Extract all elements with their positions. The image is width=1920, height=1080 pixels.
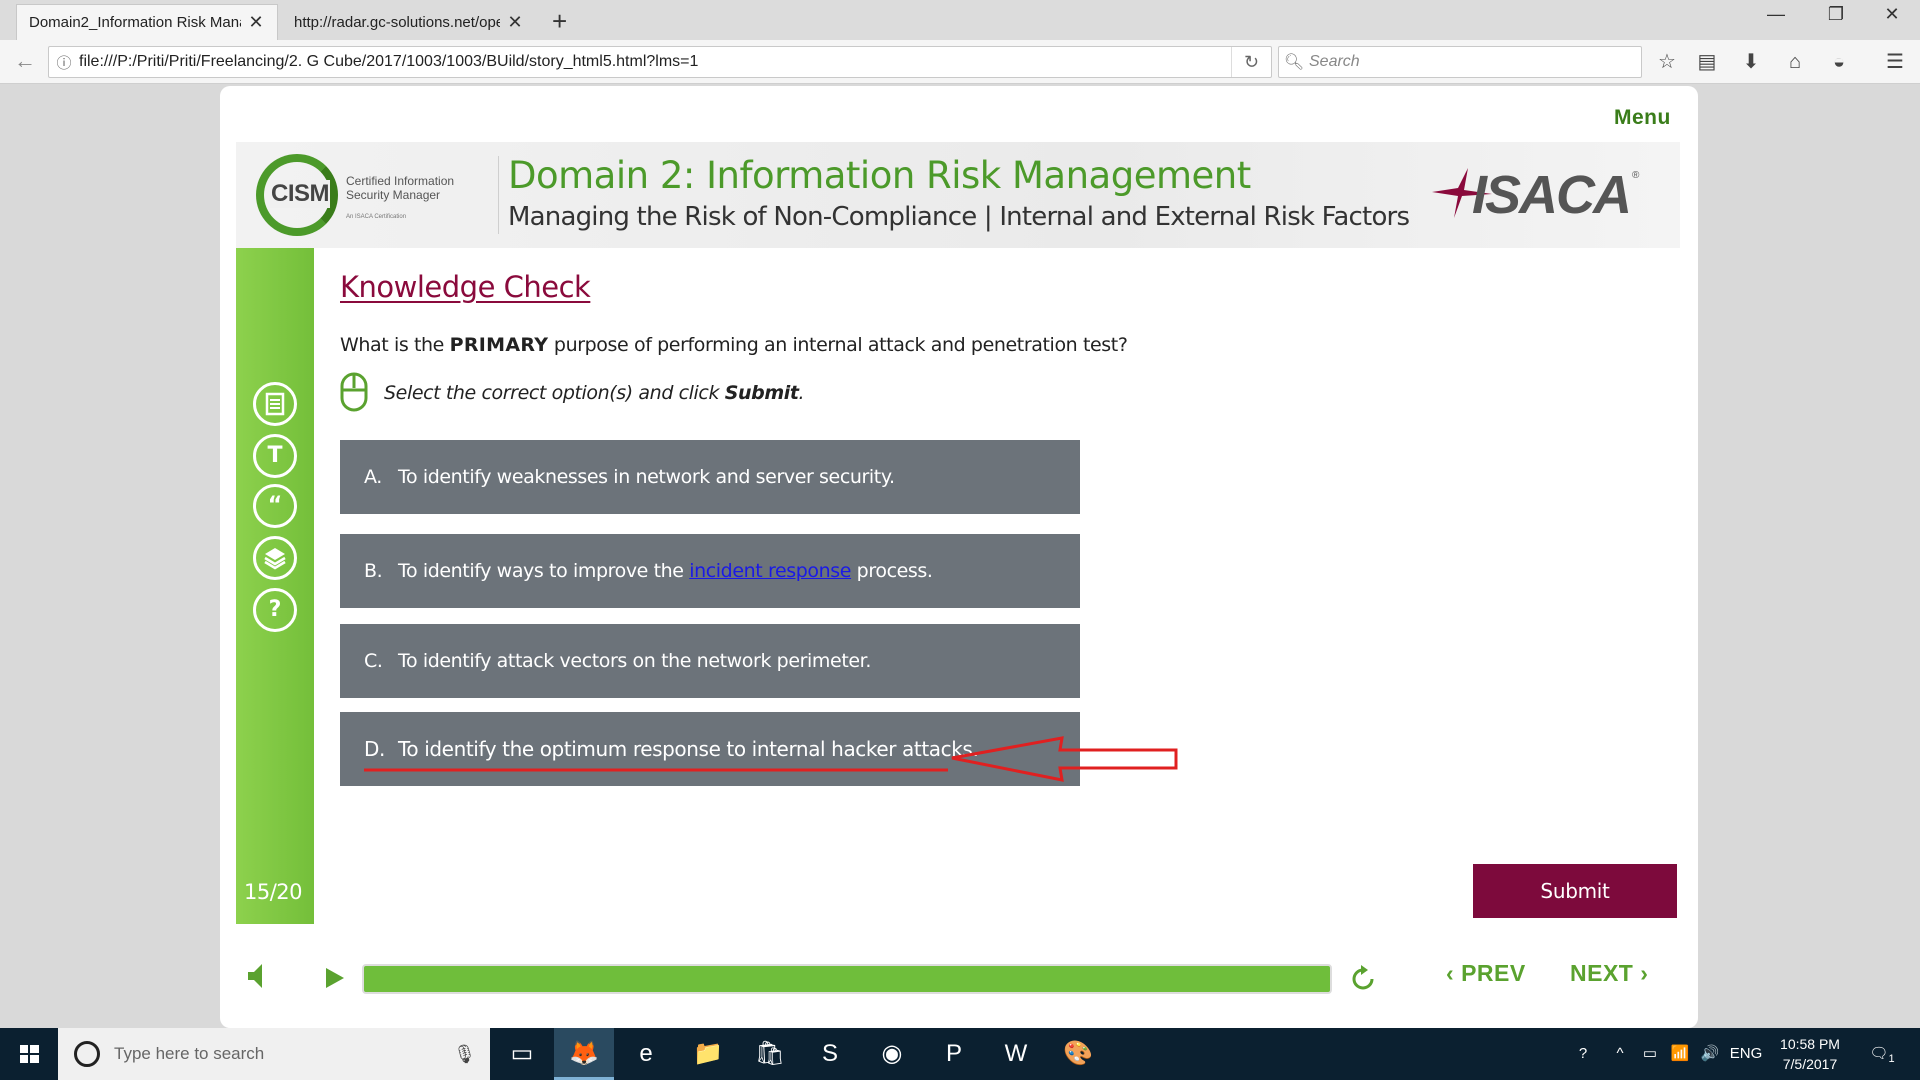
clock-date: 7/5/2017 [1782,1056,1838,1072]
banner-divider [498,156,499,234]
url-bar[interactable]: ⓘ file:///P:/Priti/Priti/Freelancing/2. … [48,46,1272,78]
store-icon[interactable]: 🛍 [740,1028,800,1080]
progress-bar[interactable] [362,964,1332,994]
course-subtitle: Managing the Risk of Non-Compliance | In… [508,202,1410,232]
info-icon[interactable]: ⓘ [49,52,79,73]
option-d[interactable]: D. To identify the optimum response to i… [340,712,1080,786]
tab-course[interactable]: Domain2_Information Risk Mana ✕ [16,4,278,40]
option-text-pre: To identify ways to improve the [398,560,690,582]
bookmark-star-icon[interactable]: ☆ [1652,48,1682,76]
battery-icon[interactable]: ▭ [1636,1028,1664,1080]
help-icon[interactable]: ? [253,588,297,632]
search-placeholder: Search [1309,53,1360,70]
prev-button[interactable]: ‹ PREV [1446,960,1526,987]
option-c[interactable]: C. To identify attack vectors on the net… [340,624,1080,698]
cism-logo-word: CISM [270,180,330,208]
paint-icon[interactable]: 🎨 [1048,1028,1108,1080]
language-indicator[interactable]: ENG [1726,1028,1766,1080]
download-icon[interactable]: ⬇ [1736,48,1766,76]
close-window-icon[interactable]: ✕ [1872,4,1912,25]
edge-icon[interactable]: e [616,1028,676,1080]
firefox-icon[interactable]: 🦊 [554,1028,614,1080]
clock[interactable]: 10:58 PM 7/5/2017 [1770,1034,1850,1074]
registered-mark: ® [1632,170,1640,181]
restore-icon[interactable]: ❐ [1816,4,1856,25]
cism-logo: CISM Certified Information Security Mana… [256,152,496,238]
course-banner: CISM Certified Information Security Mana… [236,142,1680,248]
option-letter: D. [364,737,385,761]
new-tab-icon[interactable]: + [552,6,567,37]
clock-time: 10:58 PM [1780,1036,1840,1052]
windows-start-icon[interactable] [0,1028,58,1080]
reload-icon[interactable]: ↻ [1231,47,1271,77]
notes-icon[interactable] [253,382,297,426]
task-view-icon[interactable]: ▭ [492,1028,552,1080]
cism-logo-small: An ISACA Certification [346,214,407,220]
pocket-icon[interactable]: ◒ [1824,48,1854,76]
minimize-icon[interactable]: — [1756,4,1796,25]
isaca-logo-word: ISACA [1472,165,1632,225]
submit-button[interactable]: Submit [1473,864,1677,918]
browser-nav-bar: ← ⓘ file:///P:/Priti/Priti/Freelancing/2… [0,40,1920,84]
quote-icon[interactable]: “ [253,484,297,528]
option-text-post: process. [851,560,933,582]
option-text: To identify weaknesses in network and se… [398,466,895,488]
transcript-icon[interactable]: T [253,434,297,478]
option-text: To identify attack vectors on the networ… [398,650,871,672]
menu-button[interactable]: Menu [1614,106,1671,130]
player-controls: ‹ PREV NEXT › [220,946,1698,1006]
option-letter: B. [364,560,383,582]
tab-radar[interactable]: http://radar.gc-solutions.net/ope ✕ [282,4,536,40]
windows-taskbar: Type here to search 🎙︎ ▭ 🦊 e 📁 🛍 S ◉ P W… [0,1028,1920,1080]
taskbar-search-placeholder: Type here to search [114,1044,265,1063]
tab-title: Domain2_Information Risk Mana [29,14,241,31]
cortana-icon [74,1041,100,1067]
option-letter: C. [364,650,383,672]
option-text: To identify the optimum response to inte… [398,737,979,761]
close-tab-icon[interactable]: ✕ [506,12,524,33]
question-text: What is the PRIMARY purpose of performin… [340,334,1128,356]
browser-tab-strip: Domain2_Information Risk Mana ✕ http://r… [0,0,1920,40]
wifi-icon[interactable]: 📶 [1666,1028,1694,1080]
reading-list-icon[interactable]: ▤ [1692,48,1722,76]
isaca-logo: ISACA ® [1432,164,1642,225]
hamburger-menu-icon[interactable]: ☰ [1880,48,1910,76]
skype-icon[interactable]: S [800,1028,860,1080]
play-icon[interactable] [324,966,346,990]
file-explorer-icon[interactable]: 📁 [678,1028,738,1080]
side-rail: T “ ? 15/20 [236,248,314,924]
course-player: Menu CISM Certified Information Security… [220,86,1698,1028]
option-a[interactable]: A. To identify weaknesses in network and… [340,440,1080,514]
next-button[interactable]: NEXT › [1570,960,1648,987]
course-title: Domain 2: Information Risk Management [508,154,1251,197]
cism-logo-text: Certified Information Security Manager [346,174,455,202]
powerpoint-icon[interactable]: P [924,1028,984,1080]
browser-search-input[interactable]: 🔍︎ Search [1278,46,1642,78]
close-tab-icon[interactable]: ✕ [247,12,265,33]
microphone-icon[interactable]: 🎙︎ [453,1044,476,1065]
help-tray-icon[interactable]: ? [1566,1028,1600,1080]
resources-icon[interactable] [253,536,297,580]
option-b[interactable]: B. To identify ways to improve the incid… [340,534,1080,608]
back-arrow-icon[interactable]: ← [10,46,40,76]
volume-icon[interactable] [246,962,270,990]
incident-response-link[interactable]: incident response [689,560,851,582]
url-text[interactable]: file:///P:/Priti/Priti/Freelancing/2. G … [79,53,1231,71]
notification-count: 1 [1888,1053,1895,1065]
taskbar-search-input[interactable]: Type here to search 🎙︎ [58,1028,490,1080]
replay-icon[interactable] [1348,964,1378,994]
tab-title: http://radar.gc-solutions.net/ope [294,13,500,31]
knowledge-check-heading: Knowledge Check [340,270,591,304]
home-icon[interactable]: ⌂ [1780,48,1810,76]
instruction-text: Select the correct option(s) and click S… [384,382,805,404]
chevron-up-icon[interactable]: ^ [1606,1028,1634,1080]
mouse-icon [340,372,368,412]
speaker-icon[interactable]: 🔊 [1696,1028,1724,1080]
search-icon: 🔍︎ [1283,54,1305,71]
option-letter: A. [364,466,382,488]
word-icon[interactable]: W [986,1028,1046,1080]
chrome-icon[interactable]: ◉ [862,1028,922,1080]
notification-center-icon[interactable]: 🗨︎1 [1862,1028,1902,1080]
page-counter: 15/20 [244,880,303,904]
